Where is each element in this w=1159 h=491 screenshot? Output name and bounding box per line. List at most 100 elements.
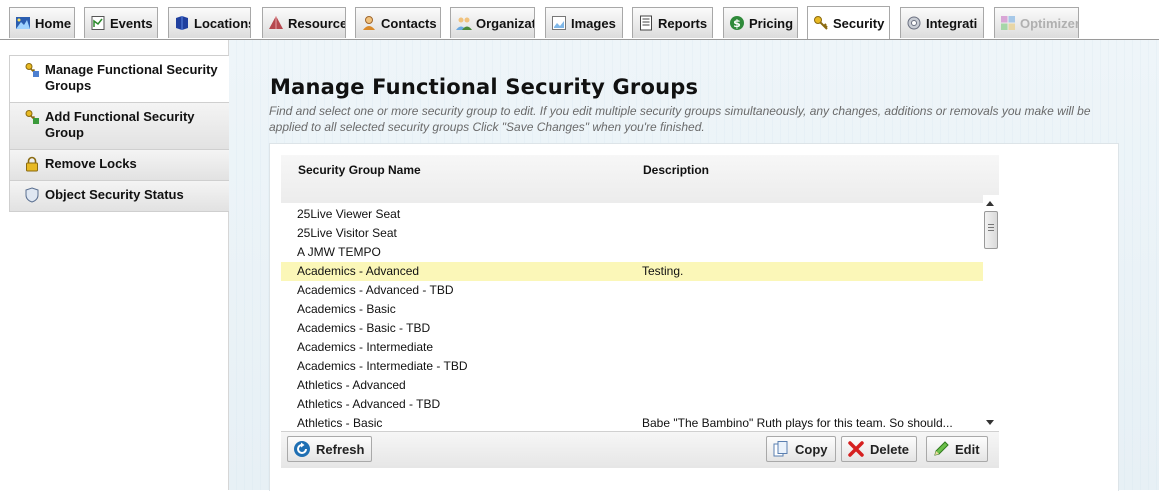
sidebar-item-label: Add Functional Security Group bbox=[45, 109, 195, 140]
tab-images[interactable]: Images bbox=[545, 7, 623, 38]
sidebar-item-remove-locks[interactable]: Remove Locks bbox=[10, 149, 229, 180]
column-header-description[interactable]: Description bbox=[643, 163, 709, 177]
delete-button[interactable]: Delete bbox=[841, 436, 918, 462]
tab-label: Reports bbox=[658, 15, 708, 31]
main-tab-bar: Home Events Locations Resource Contacts … bbox=[0, 0, 1159, 40]
sidebar-item-label: Remove Locks bbox=[45, 156, 137, 171]
events-icon bbox=[90, 15, 106, 31]
main-content: Manage Functional Security Groups Find a… bbox=[229, 40, 1159, 491]
tab-label: Events bbox=[110, 15, 153, 31]
tab-events[interactable]: Events bbox=[84, 7, 158, 38]
page-title: Manage Functional Security Groups bbox=[270, 75, 699, 99]
locations-icon bbox=[174, 15, 190, 31]
key-icon bbox=[813, 15, 829, 31]
grid-scrollbar[interactable] bbox=[983, 195, 999, 431]
description-cell: Testing. bbox=[642, 264, 684, 278]
security-group-name-cell: Academics - Intermediate bbox=[297, 340, 434, 354]
tab-label: Organizat bbox=[476, 15, 535, 31]
table-row[interactable]: Athletics - Advanced - TBD bbox=[281, 395, 983, 414]
resource-icon bbox=[268, 15, 284, 31]
grid-toolbar: Refresh Copy Delete Edit bbox=[281, 431, 999, 468]
copy-button[interactable]: Copy bbox=[766, 436, 836, 462]
tab-contacts[interactable]: Contacts bbox=[355, 7, 441, 38]
security-group-name-cell: Academics - Advanced - TBD bbox=[297, 283, 454, 297]
tab-label: Security bbox=[833, 15, 885, 31]
security-group-add-icon bbox=[24, 109, 40, 125]
svg-text:$: $ bbox=[733, 17, 741, 30]
security-group-name-cell: 25Live Viewer Seat bbox=[297, 207, 401, 221]
table-row[interactable]: 25Live Viewer Seat bbox=[281, 205, 983, 224]
table-row[interactable]: Academics - Intermediate bbox=[281, 338, 983, 357]
table-row[interactable]: 25Live Visitor Seat bbox=[281, 224, 983, 243]
edit-button[interactable]: Edit bbox=[926, 436, 988, 462]
table-row[interactable]: Academics - Advanced - TBD bbox=[281, 281, 983, 300]
tab-label: Resource bbox=[288, 15, 346, 31]
pricing-icon: $ bbox=[729, 15, 745, 31]
tab-security[interactable]: Security bbox=[807, 6, 890, 39]
tab-label: Home bbox=[35, 15, 72, 31]
table-row[interactable]: Academics - Basic bbox=[281, 300, 983, 319]
tab-organizations[interactable]: Organizat bbox=[450, 7, 535, 38]
lock-icon bbox=[24, 156, 40, 172]
tab-label: Contacts bbox=[381, 15, 437, 31]
tab-label: Integrati bbox=[926, 15, 978, 31]
table-row[interactable]: Academics - Basic - TBD bbox=[281, 319, 983, 338]
tab-pricing[interactable]: $ Pricing bbox=[723, 7, 798, 38]
copy-icon bbox=[772, 440, 790, 458]
tab-label: Images bbox=[571, 15, 616, 31]
sidebar: Manage Functional Security Groups Add Fu… bbox=[9, 55, 230, 212]
tab-optimizer: Optimizer bbox=[994, 7, 1079, 38]
pencil-icon bbox=[932, 440, 950, 458]
security-groups-panel: Security Group Name Description 25Live V… bbox=[269, 143, 1119, 491]
security-group-name-cell: 25Live Visitor Seat bbox=[297, 226, 397, 240]
tab-locations[interactable]: Locations bbox=[168, 7, 251, 38]
tab-resource[interactable]: Resource bbox=[262, 7, 346, 38]
column-header-name[interactable]: Security Group Name bbox=[298, 163, 421, 177]
table-row[interactable]: A JMW TEMPO bbox=[281, 243, 983, 262]
instructions-text: Find and select one or more security gro… bbox=[269, 104, 1091, 134]
tab-integration[interactable]: Integrati bbox=[900, 7, 984, 38]
tab-label: Pricing bbox=[749, 15, 794, 31]
grid-rows: 25Live Viewer Seat 25Live Visitor Seat A J… bbox=[281, 205, 983, 433]
security-groups-grid: Security Group Name Description 25Live V… bbox=[281, 155, 999, 431]
contacts-icon bbox=[361, 15, 377, 31]
organizations-icon bbox=[456, 15, 472, 31]
security-group-name-cell: Academics - Basic bbox=[297, 302, 396, 316]
tab-label: Locations bbox=[194, 15, 251, 31]
sidebar-item-object-security[interactable]: Object Security Status bbox=[10, 180, 229, 211]
security-group-name-cell: Academics - Advanced bbox=[297, 264, 420, 278]
scrollbar-thumb[interactable] bbox=[984, 211, 998, 249]
images-icon bbox=[551, 15, 567, 31]
tab-label: Optimizer bbox=[1020, 15, 1079, 31]
refresh-button[interactable]: Refresh bbox=[287, 436, 373, 462]
security-group-name-cell: Athletics - Advanced bbox=[297, 378, 406, 392]
tab-home[interactable]: Home bbox=[9, 7, 75, 38]
security-group-name-cell: Academics - Basic - TBD bbox=[297, 321, 431, 335]
security-group-name-cell: A JMW TEMPO bbox=[297, 245, 381, 259]
integration-icon bbox=[906, 15, 922, 31]
table-row[interactable]: Athletics - Advanced bbox=[281, 376, 983, 395]
home-icon bbox=[15, 15, 31, 31]
shield-icon bbox=[24, 187, 40, 203]
optimizer-icon bbox=[1000, 15, 1016, 31]
tab-reports[interactable]: Reports bbox=[632, 7, 713, 38]
sidebar-item-label: Manage Functional Security Groups bbox=[45, 62, 218, 93]
edit-label: Edit bbox=[955, 441, 980, 457]
copy-label: Copy bbox=[795, 441, 828, 457]
reports-icon bbox=[638, 15, 654, 31]
security-group-icon bbox=[24, 62, 40, 78]
security-group-name-cell: Athletics - Advanced - TBD bbox=[297, 397, 441, 411]
sidebar-item-manage-groups[interactable]: Manage Functional Security Groups bbox=[10, 55, 229, 102]
table-row[interactable]: Academics - Intermediate - TBD bbox=[281, 357, 983, 376]
delete-x-icon bbox=[847, 440, 865, 458]
security-group-name-cell: Academics - Intermediate - TBD bbox=[297, 359, 468, 373]
sidebar-item-label: Object Security Status bbox=[45, 187, 184, 202]
refresh-label: Refresh bbox=[316, 441, 365, 457]
scroll-up-arrow-icon[interactable] bbox=[986, 201, 994, 206]
table-row[interactable]: Academics - Advanced Testing. bbox=[281, 262, 983, 281]
delete-label: Delete bbox=[870, 441, 910, 457]
scroll-down-arrow-icon[interactable] bbox=[986, 420, 994, 425]
grid-header: Security Group Name Description bbox=[281, 155, 999, 203]
sidebar-item-add-group[interactable]: Add Functional Security Group bbox=[10, 102, 229, 149]
refresh-icon bbox=[293, 440, 311, 458]
